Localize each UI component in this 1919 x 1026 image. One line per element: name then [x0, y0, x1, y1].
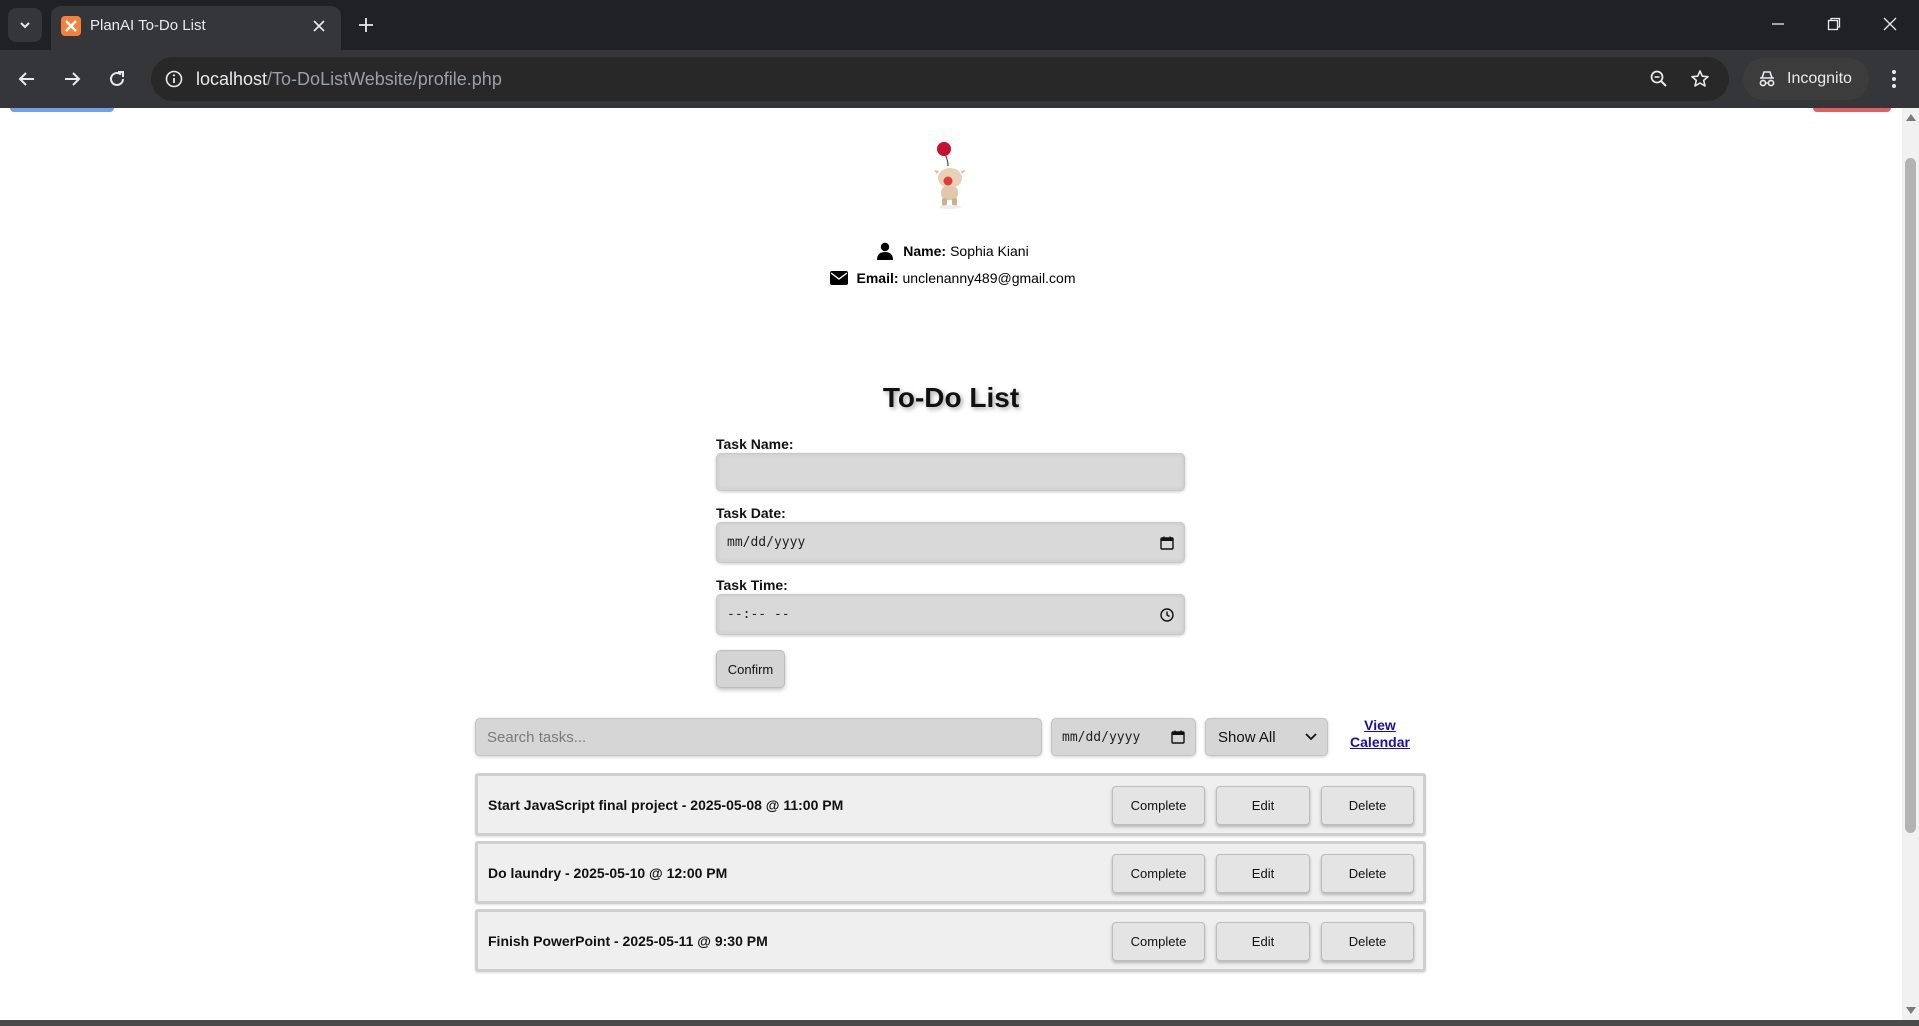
site-info-icon[interactable] — [161, 66, 187, 92]
delete-button[interactable]: Delete — [1321, 786, 1414, 825]
profile-name-row: Name: Sophia Kiani — [0, 242, 1902, 260]
filter-date-placeholder: mm/dd/yyyy — [1062, 729, 1141, 745]
task-text: Finish PowerPoint - 2025-05-11 @ 9:30 PM — [488, 933, 768, 949]
restore-icon[interactable] — [1806, 0, 1862, 48]
task-row: Start JavaScript final project - 2025-05… — [475, 773, 1426, 836]
xampp-favicon-icon — [61, 16, 81, 36]
tab-search-button[interactable] — [8, 8, 42, 42]
profile-email-row: Email: unclenanny489@gmail.com — [0, 270, 1902, 286]
search-tasks-input[interactable]: Search tasks... — [475, 718, 1042, 756]
close-tab-icon[interactable] — [309, 16, 329, 36]
task-text: Do laundry - 2025-05-10 @ 12:00 PM — [488, 865, 728, 881]
vertical-scrollbar[interactable] — [1902, 108, 1919, 1020]
calendar-icon[interactable] — [1160, 536, 1174, 550]
show-filter-select[interactable]: Show All — [1205, 718, 1328, 756]
complete-button[interactable]: Complete — [1112, 786, 1205, 825]
confirm-button[interactable]: Confirm — [716, 650, 785, 688]
url-host: localhost — [196, 69, 268, 89]
forward-icon[interactable] — [55, 62, 89, 96]
incognito-label: Incognito — [1787, 70, 1852, 87]
email-value: unclenanny489@gmail.com — [902, 270, 1076, 286]
complete-button[interactable]: Complete — [1112, 854, 1205, 893]
close-window-icon[interactable] — [1862, 0, 1918, 48]
chevron-down-icon — [20, 22, 30, 29]
reload-icon[interactable] — [100, 62, 134, 96]
edit-button[interactable]: Edit — [1216, 922, 1310, 961]
zoom-icon[interactable] — [1646, 66, 1672, 92]
scroll-down-arrow-icon[interactable] — [1906, 1007, 1916, 1014]
logout-button[interactable] — [1813, 108, 1891, 112]
envelope-icon — [827, 271, 851, 285]
view-calendar-link[interactable]: View Calendar — [1340, 717, 1420, 751]
email-label: Email: — [856, 270, 899, 286]
delete-button[interactable]: Delete — [1321, 854, 1414, 893]
bookmark-star-icon[interactable] — [1687, 66, 1713, 92]
calendar-icon[interactable] — [1171, 730, 1185, 744]
new-tab-icon[interactable] — [353, 12, 379, 38]
task-date-input[interactable]: mm/dd/yyyy — [716, 522, 1185, 563]
view-calendar-line2: Calendar — [1350, 734, 1410, 750]
edit-button[interactable]: Edit — [1216, 854, 1310, 893]
tab-title: PlanAI To-Do List — [90, 17, 206, 34]
complete-button[interactable]: Complete — [1112, 922, 1205, 961]
task-time-label: Task Time: — [716, 577, 788, 593]
edit-button[interactable]: Edit — [1216, 786, 1310, 825]
task-time-input[interactable]: --:-- -- — [716, 594, 1185, 635]
filter-date-input[interactable]: mm/dd/yyyy — [1051, 718, 1196, 756]
incognito-indicator[interactable]: Incognito — [1743, 58, 1869, 100]
task-time-placeholder: --:-- -- — [727, 607, 790, 622]
chevron-down-icon — [1305, 733, 1317, 741]
task-date-placeholder: mm/dd/yyyy — [727, 535, 806, 550]
browser-toolbar: localhost/To-DoListWebsite/profile.php I… — [0, 50, 1919, 108]
view-calendar-line1: View — [1364, 717, 1396, 733]
tab-strip: PlanAI To-Do List — [0, 0, 1919, 50]
page-viewport: Name: Sophia Kiani Email: unclenanny489@… — [0, 108, 1902, 1020]
task-row: Finish PowerPoint - 2025-05-11 @ 9:30 PM… — [475, 909, 1426, 972]
taskbar-edge — [0, 1020, 1919, 1026]
task-name-input[interactable] — [716, 453, 1185, 491]
url-text[interactable]: localhost/To-DoListWebsite/profile.php — [196, 69, 502, 90]
clock-icon[interactable] — [1160, 607, 1174, 622]
kebab-menu-icon[interactable] — [1877, 62, 1911, 96]
delete-button[interactable]: Delete — [1321, 922, 1414, 961]
user-icon — [873, 242, 897, 260]
browser-tab[interactable]: PlanAI To-Do List — [51, 6, 341, 50]
task-row: Do laundry - 2025-05-10 @ 12:00 PM Compl… — [475, 841, 1426, 904]
url-path: /To-DoListWebsite/profile.php — [267, 69, 502, 89]
back-icon[interactable] — [10, 62, 44, 96]
scroll-up-arrow-icon[interactable] — [1906, 114, 1916, 121]
task-text: Start JavaScript final project - 2025-05… — [488, 797, 844, 813]
task-date-label: Task Date: — [716, 505, 786, 521]
name-label: Name: — [903, 243, 947, 259]
page-title: To-Do List — [882, 382, 1020, 413]
minimize-icon[interactable] — [1750, 0, 1806, 48]
scrollbar-thumb[interactable] — [1905, 158, 1916, 833]
show-filter-value: Show All — [1218, 728, 1276, 746]
avatar — [926, 140, 972, 210]
task-name-label: Task Name: — [716, 436, 794, 452]
address-bar[interactable]: localhost/To-DoListWebsite/profile.php — [151, 57, 1729, 101]
top-left-button[interactable] — [10, 108, 114, 112]
incognito-icon — [1759, 71, 1775, 87]
name-value: Sophia Kiani — [950, 243, 1029, 259]
